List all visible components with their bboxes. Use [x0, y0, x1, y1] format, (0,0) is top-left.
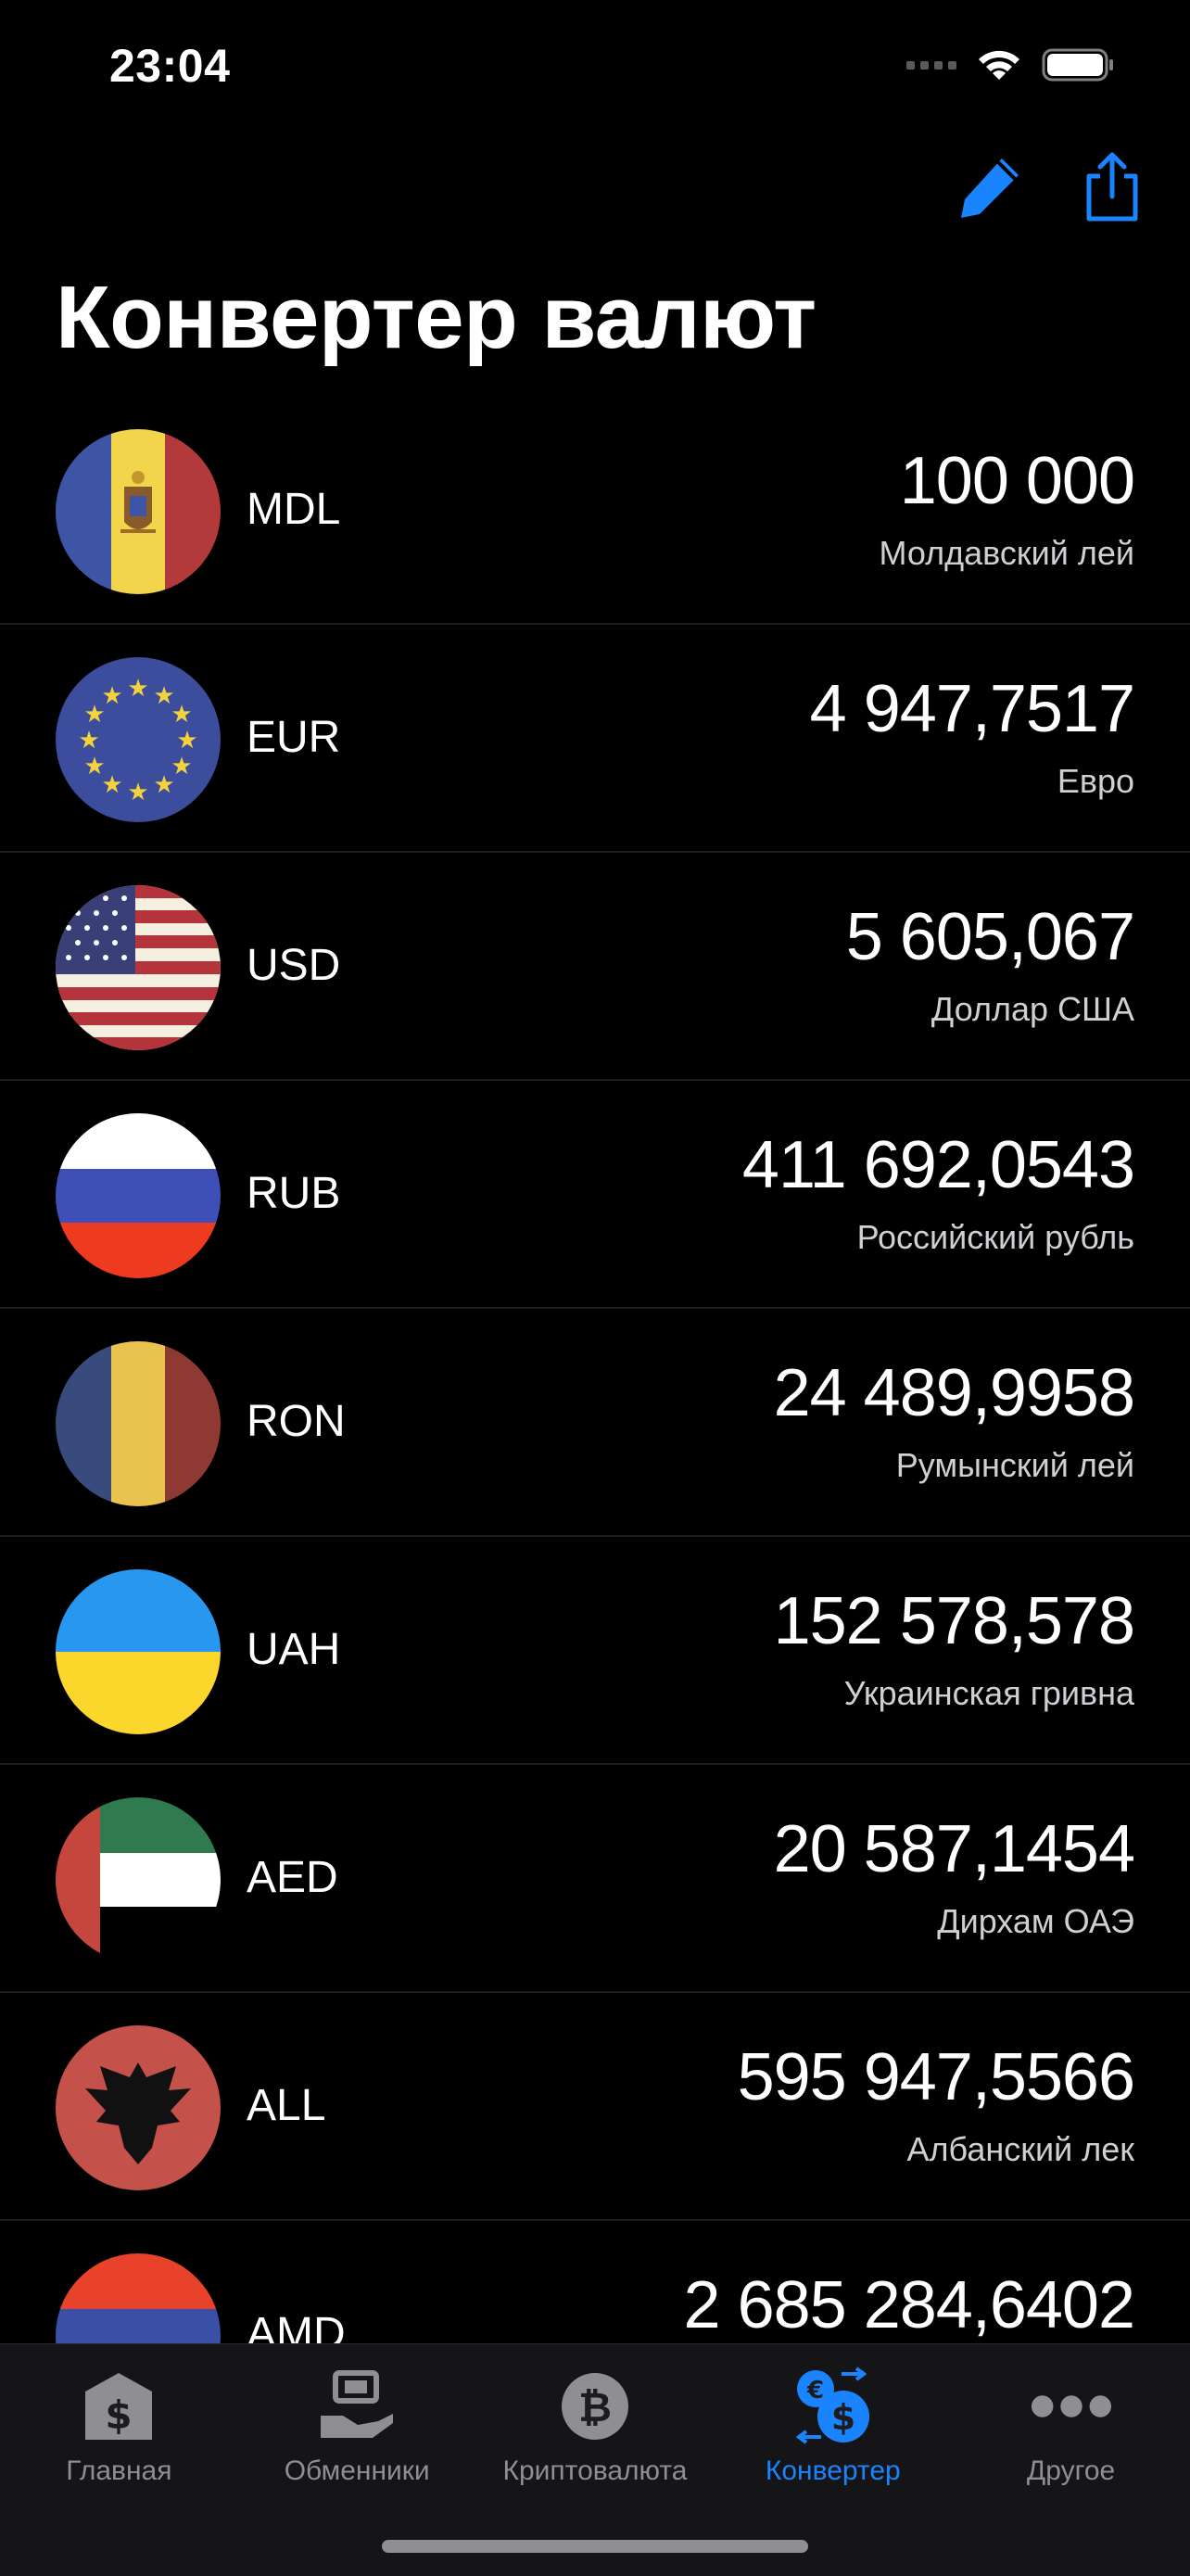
currency-name: Дирхам ОАЭ: [937, 1902, 1134, 1940]
flag-rub-icon: [56, 1113, 221, 1278]
svg-text:€: €: [806, 2377, 824, 2405]
share-icon: [1086, 152, 1138, 222]
flag-eur-icon: ★ ★ ★ ★ ★ ★ ★ ★ ★ ★ ★ ★: [56, 657, 221, 822]
currency-amount[interactable]: 20 587,1454: [774, 1811, 1135, 1887]
tab-home[interactable]: $ Главная: [0, 2344, 238, 2487]
svg-text:★: ★: [171, 701, 192, 729]
flag-ron-icon: [56, 1341, 221, 1506]
currency-name: Доллар США: [930, 990, 1134, 1028]
flag-aed-icon: [56, 1797, 221, 1962]
currency-convert-icon: € $: [791, 2365, 875, 2448]
svg-text:★: ★: [127, 779, 148, 806]
currency-name: Румынский лей: [895, 1446, 1134, 1484]
currency-amount[interactable]: 5 605,067: [846, 899, 1135, 975]
currency-code: UAH: [247, 1625, 341, 1674]
flag-amd-icon: [56, 2253, 221, 2343]
currency-code: ALL: [247, 2081, 326, 2130]
flag-usd-icon: [56, 885, 221, 1050]
tab-more[interactable]: Другое: [952, 2344, 1190, 2487]
currency-row-all[interactable]: ALL 595 947,5566 Албанский лек: [0, 1993, 1190, 2221]
page-title: Конвертер валют: [56, 268, 817, 367]
currency-code: AED: [247, 1853, 338, 1902]
svg-text:₿: ₿: [578, 2384, 612, 2431]
exchange-hand-icon: [315, 2365, 399, 2448]
tab-converter[interactable]: € $ Конвертер: [714, 2344, 952, 2487]
svg-text:★: ★: [78, 727, 99, 755]
top-toolbar: [951, 148, 1151, 226]
currency-code: EUR: [247, 713, 341, 762]
flag-all-icon: [56, 2025, 221, 2190]
pencil-icon: [961, 159, 1019, 218]
tab-exchangers[interactable]: Обменники: [238, 2344, 476, 2487]
currency-row-mdl[interactable]: MDL 100 000 Молдавский лей: [0, 397, 1190, 625]
flag-mdl-icon: [56, 429, 221, 594]
currency-amount[interactable]: 4 947,7517: [810, 671, 1135, 747]
svg-text:★: ★: [83, 753, 105, 780]
currency-code: AMD: [247, 2309, 346, 2343]
currency-amount[interactable]: 100 000: [900, 443, 1135, 519]
currency-row-eur[interactable]: ★ ★ ★ ★ ★ ★ ★ ★ ★ ★ ★ ★ EUR 4 947,7517 Евро: [0, 625, 1190, 853]
currency-row-rub[interactable]: RUB 411 692,0543 Российский рубль: [0, 1081, 1190, 1309]
currency-name: Молдавский лей: [879, 534, 1134, 572]
wifi-icon: [979, 50, 1019, 80]
edit-button[interactable]: [951, 148, 1029, 226]
status-bar: 23:04: [0, 0, 1190, 130]
svg-text:$: $: [831, 2397, 855, 2438]
tab-label: Обменники: [284, 2455, 430, 2486]
currency-code: MDL: [247, 485, 341, 534]
currency-name: Украинская гривна: [843, 1674, 1134, 1712]
currency-amount[interactable]: 24 489,9958: [774, 1355, 1135, 1431]
currency-row-usd[interactable]: USD 5 605,067 Доллар США: [0, 853, 1190, 1081]
tab-label: Другое: [1026, 2455, 1116, 2486]
currency-name: Албанский лек: [906, 2130, 1134, 2168]
tab-label: Конвертер: [765, 2455, 901, 2486]
currency-amount[interactable]: 411 692,0543: [742, 1127, 1135, 1203]
svg-text:★: ★: [153, 771, 174, 799]
currency-amount[interactable]: 2 685 284,6402: [684, 2267, 1135, 2343]
bank-dollar-icon: $: [77, 2365, 160, 2448]
currency-code: RON: [247, 1397, 346, 1446]
currency-row-ron[interactable]: RON 24 489,9958 Румынский лей: [0, 1309, 1190, 1537]
flag-uah-icon: [56, 1569, 221, 1734]
more-dots-icon: [1030, 2365, 1113, 2448]
currency-row-aed[interactable]: AED 20 587,1454 Дирхам ОАЭ: [0, 1765, 1190, 1993]
home-indicator[interactable]: [382, 2540, 808, 2553]
currency-list[interactable]: MDL 100 000 Молдавский лей ★ ★ ★ ★ ★ ★ ★ ★ ★ ★…: [0, 397, 1190, 2343]
currency-name: Евро: [1057, 762, 1134, 800]
currency-name: Российский рубль: [856, 1218, 1134, 1256]
currency-row-amd[interactable]: AMD 2 685 284,6402: [0, 2221, 1190, 2343]
svg-text:★: ★: [101, 682, 122, 710]
currency-code: USD: [247, 941, 341, 990]
currency-amount[interactable]: 595 947,5566: [738, 2039, 1135, 2115]
status-time: 23:04: [109, 40, 231, 92]
battery-icon: [1042, 48, 1113, 82]
tab-label: Криптовалюта: [502, 2455, 688, 2486]
share-button[interactable]: [1073, 148, 1151, 226]
currency-code: RUB: [247, 1169, 341, 1218]
status-icons: [906, 43, 1116, 87]
svg-text:★: ★: [176, 727, 197, 755]
svg-text:$: $: [106, 2392, 133, 2438]
currency-amount[interactable]: 152 578,578: [774, 1583, 1135, 1659]
svg-text:★: ★: [127, 675, 148, 703]
signal-icon: [906, 60, 956, 70]
bitcoin-icon: ₿: [553, 2365, 637, 2448]
tab-label: Главная: [66, 2455, 172, 2486]
currency-row-uah[interactable]: UAH 152 578,578 Украинская гривна: [0, 1537, 1190, 1765]
tab-crypto[interactable]: ₿ Криптовалюта: [476, 2344, 715, 2487]
